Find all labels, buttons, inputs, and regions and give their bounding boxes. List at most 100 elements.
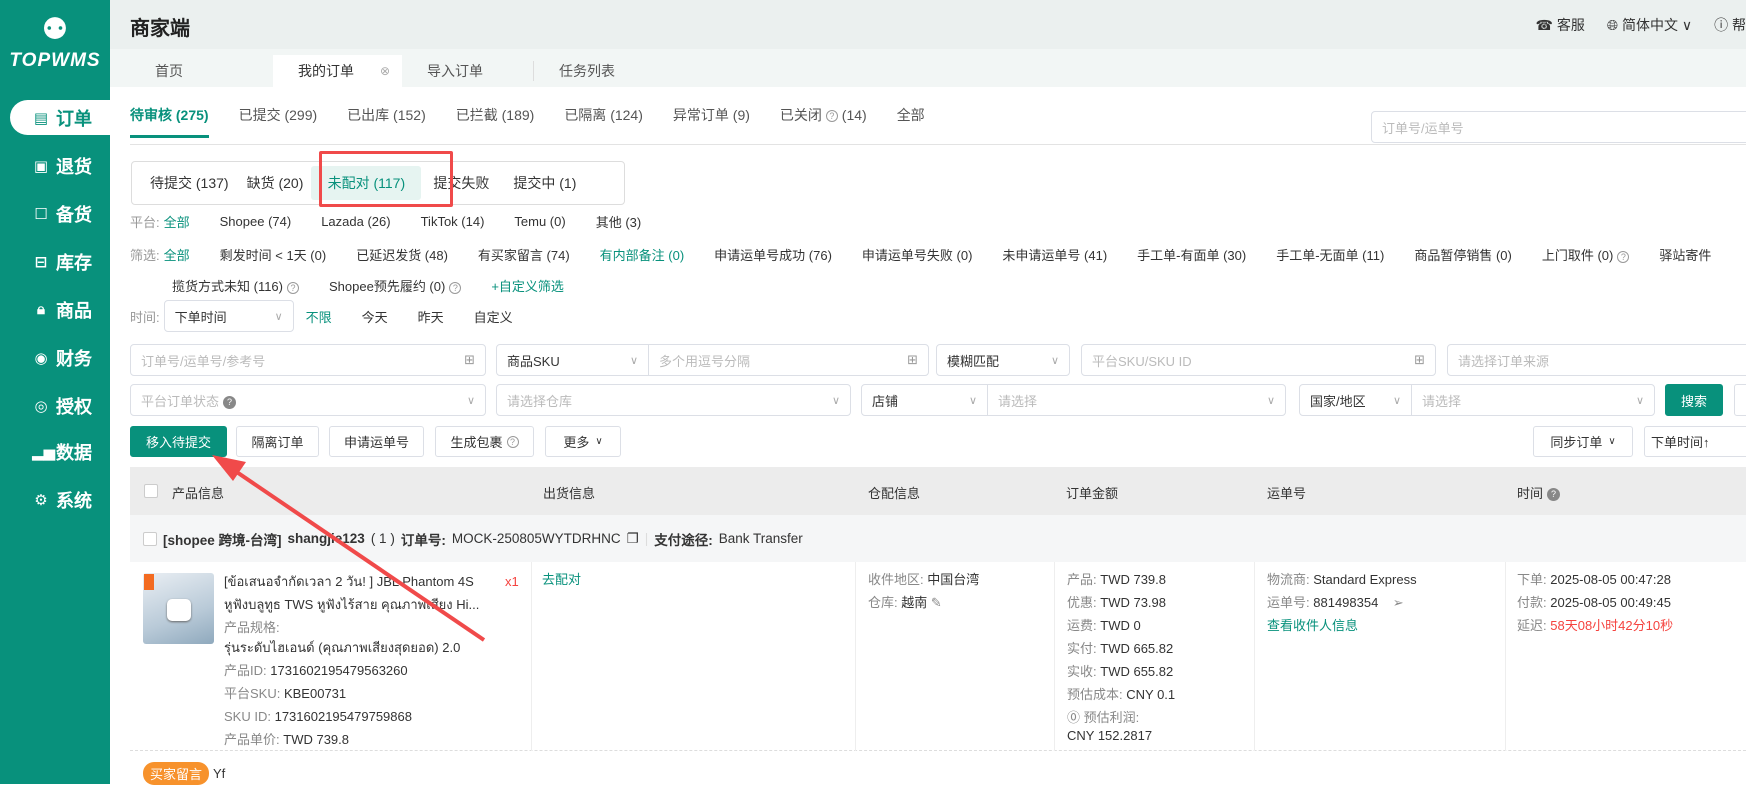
tag-filter-line2: 揽货方式未知 (116)? Shopee预先履约 (0)? +自定义筛选 — [172, 276, 594, 295]
amount-line: 运费: TWD 0 — [1067, 618, 1141, 633]
language-select[interactable]: 🌐︎ 简体中文 ∨ — [1607, 15, 1692, 35]
sidebar-item-system[interactable]: ⚙︎ 系统 — [10, 482, 110, 517]
platform-all[interactable]: 全部 — [164, 212, 190, 231]
status-tab-closed[interactable]: 已关闭? (14) — [780, 105, 867, 138]
copy-icon[interactable]: ❐ — [627, 531, 639, 547]
customer-service-link[interactable]: ☎︎ 客服 — [1536, 15, 1585, 35]
help-icon: ? — [287, 281, 299, 294]
search-button[interactable]: 搜索 — [1665, 384, 1723, 416]
tab-my-orders[interactable]: 我的订单 ⊗ — [273, 55, 402, 87]
lock-bag-icon: 🔒︎ — [37, 301, 45, 318]
platform-sku-input[interactable]: 平台SKU/SKU ID ⊞ — [1081, 344, 1436, 376]
match-mode-select[interactable]: 模糊匹配 ∨ — [936, 344, 1070, 376]
view-recipient-link[interactable]: 查看收件人信息 — [1267, 614, 1358, 637]
status-tab-all[interactable]: 全部 — [897, 105, 925, 138]
time-custom[interactable]: 自定义 — [474, 307, 513, 326]
divider — [130, 144, 1746, 145]
move-to-submit-button[interactable]: 移入待提交 — [130, 426, 227, 457]
platform-tiktok[interactable]: TikTok (14) — [421, 214, 485, 229]
apply-waybill-button[interactable]: 申请运单号 — [329, 426, 424, 457]
sidebar-item-auth[interactable]: ◎ 授权 — [10, 388, 110, 423]
time-unlimited[interactable]: 不限 — [306, 307, 332, 326]
filter-item[interactable]: 驿站寄件 — [1659, 245, 1711, 264]
sidebar-item-finance[interactable]: ◉ 财务 — [10, 340, 110, 375]
platform-shopee[interactable]: Shopee (74) — [220, 214, 292, 229]
filter-item[interactable]: 申请运单号成功 (76) — [714, 245, 832, 264]
product-title[interactable]: [ข้อเสนอจำกัดเวลา 2 วัน! ] JBL Phantom 4… — [224, 570, 474, 593]
sidebar-item-products[interactable]: 🔒︎ 商品 — [10, 292, 110, 327]
country-type-select[interactable]: 国家/地区 ∨ — [1300, 385, 1412, 415]
filter-item[interactable]: Shopee预先履约 (0)? — [329, 276, 462, 295]
paste-icon[interactable]: ⊞ — [907, 352, 928, 368]
sku-search-group: 商品SKU ∨ 多个用逗号分隔 ⊞ — [496, 344, 929, 376]
order-number-search-input[interactable]: 订单号/运单号 — [1371, 111, 1746, 143]
help-link[interactable]: ⓘ 帮 — [1714, 15, 1746, 35]
platform-temu[interactable]: Temu (0) — [514, 214, 565, 229]
send-icon[interactable]: ➢ — [1393, 595, 1404, 610]
sync-orders-button[interactable]: 同步订单 ∨ — [1533, 426, 1633, 457]
sidebar-item-stocking[interactable]: ☐ 备货 — [10, 196, 110, 231]
status-tab-pending-review[interactable]: 待审核 (275) — [130, 105, 209, 138]
filter-item[interactable]: 申请运单号失败 (0) — [862, 245, 973, 264]
pair-link[interactable]: 去配对 — [542, 568, 581, 591]
platform-status-select[interactable]: 平台订单状态? ∨ — [130, 384, 486, 416]
more-button[interactable]: 更多 ∨ — [545, 426, 621, 457]
select-all-checkbox[interactable] — [144, 484, 158, 498]
tab-home[interactable]: 首页 — [130, 55, 256, 87]
order-number-input[interactable]: 订单号/运单号/参考号 ⊞ — [130, 344, 486, 376]
tab-import-orders[interactable]: 导入订单 — [402, 55, 532, 87]
time-today[interactable]: 今天 — [362, 307, 388, 326]
warehouse-select[interactable]: 请选择仓库 ∨ — [496, 384, 851, 416]
filter-item[interactable]: 有内部备注 (0) — [600, 245, 685, 264]
sub-tab-submitting[interactable]: 提交中 (1) — [499, 166, 590, 200]
sidebar-item-inventory[interactable]: ⊟ 库存 — [10, 244, 110, 279]
edit-icon[interactable]: ✎ — [931, 595, 942, 610]
filter-item[interactable]: 有买家留言 (74) — [478, 245, 570, 264]
help-icon: ⓘ — [1714, 17, 1732, 33]
filter-item[interactable]: 手工单-无面单 (11) — [1276, 245, 1384, 264]
sku-input[interactable]: 多个用逗号分隔 — [649, 351, 907, 370]
status-tab-submitted[interactable]: 已提交 (299) — [239, 105, 318, 138]
sub-tab-out-of-stock[interactable]: 缺货 (20) — [243, 166, 312, 200]
shop-type-select[interactable]: 店铺 ∨ — [862, 385, 988, 415]
generate-package-button[interactable]: 生成包裹? — [435, 426, 534, 457]
shop-select[interactable]: 请选择 — [988, 391, 1267, 410]
paste-icon[interactable]: ⊞ — [1414, 352, 1435, 368]
time-type-select[interactable]: 下单时间 ∨ — [163, 300, 294, 332]
tab-task-list[interactable]: 任务列表 — [534, 55, 664, 87]
page-title: 商家端 — [130, 18, 190, 40]
filter-item[interactable]: 已延迟发货 (48) — [356, 245, 448, 264]
finance-icon: ◉ — [34, 349, 48, 367]
reset-button[interactable] — [1734, 384, 1746, 416]
custom-filter-link[interactable]: +自定义筛选 — [491, 276, 564, 295]
alarm-icon: ◎ — [34, 397, 48, 415]
order-checkbox[interactable] — [143, 531, 157, 546]
sku-type-select[interactable]: 商品SKU ∨ — [497, 345, 649, 375]
filter-item[interactable]: 揽货方式未知 (116)? — [172, 276, 299, 295]
amount-line: 实收: TWD 655.82 — [1067, 664, 1174, 679]
time-yesterday[interactable]: 昨天 — [418, 307, 444, 326]
country-select[interactable]: 请选择 — [1412, 391, 1636, 410]
status-tab-abnormal[interactable]: 异常订单 (9) — [673, 105, 750, 138]
filter-item[interactable]: 未申请运单号 (41) — [1002, 245, 1107, 264]
filter-all[interactable]: 全部 — [164, 245, 190, 264]
close-icon[interactable]: ⊗ — [380, 55, 390, 87]
sort-select[interactable]: 下单时间↑ — [1644, 426, 1746, 457]
filter-item[interactable]: 剩发时间 < 1天 (0) — [220, 245, 327, 264]
chevron-down-icon: ∨ — [274, 310, 283, 323]
status-tab-isolated[interactable]: 已隔离 (124) — [564, 105, 643, 138]
sidebar-item-data[interactable]: ▂▅ 数据 — [10, 434, 110, 469]
sidebar-item-orders[interactable]: ▤ 订单 — [10, 100, 110, 135]
filter-item[interactable]: 商品暂停销售 (0) — [1414, 245, 1512, 264]
sub-tab-to-submit[interactable]: 待提交 (137) — [136, 166, 243, 200]
sidebar-item-returns[interactable]: ▣ 退货 — [10, 148, 110, 183]
order-source-select[interactable]: 请选择订单来源 — [1447, 344, 1746, 376]
status-tab-intercepted[interactable]: 已拦截 (189) — [456, 105, 535, 138]
paste-icon[interactable]: ⊞ — [464, 352, 485, 368]
status-tab-shipped[interactable]: 已出库 (152) — [347, 105, 426, 138]
platform-lazada[interactable]: Lazada (26) — [321, 214, 390, 229]
platform-other[interactable]: 其他 (3) — [596, 212, 642, 231]
isolate-order-button[interactable]: 隔离订单 — [236, 426, 319, 457]
filter-item[interactable]: 手工单-有面单 (30) — [1137, 245, 1246, 264]
filter-item[interactable]: 上门取件 (0)? — [1542, 245, 1630, 264]
